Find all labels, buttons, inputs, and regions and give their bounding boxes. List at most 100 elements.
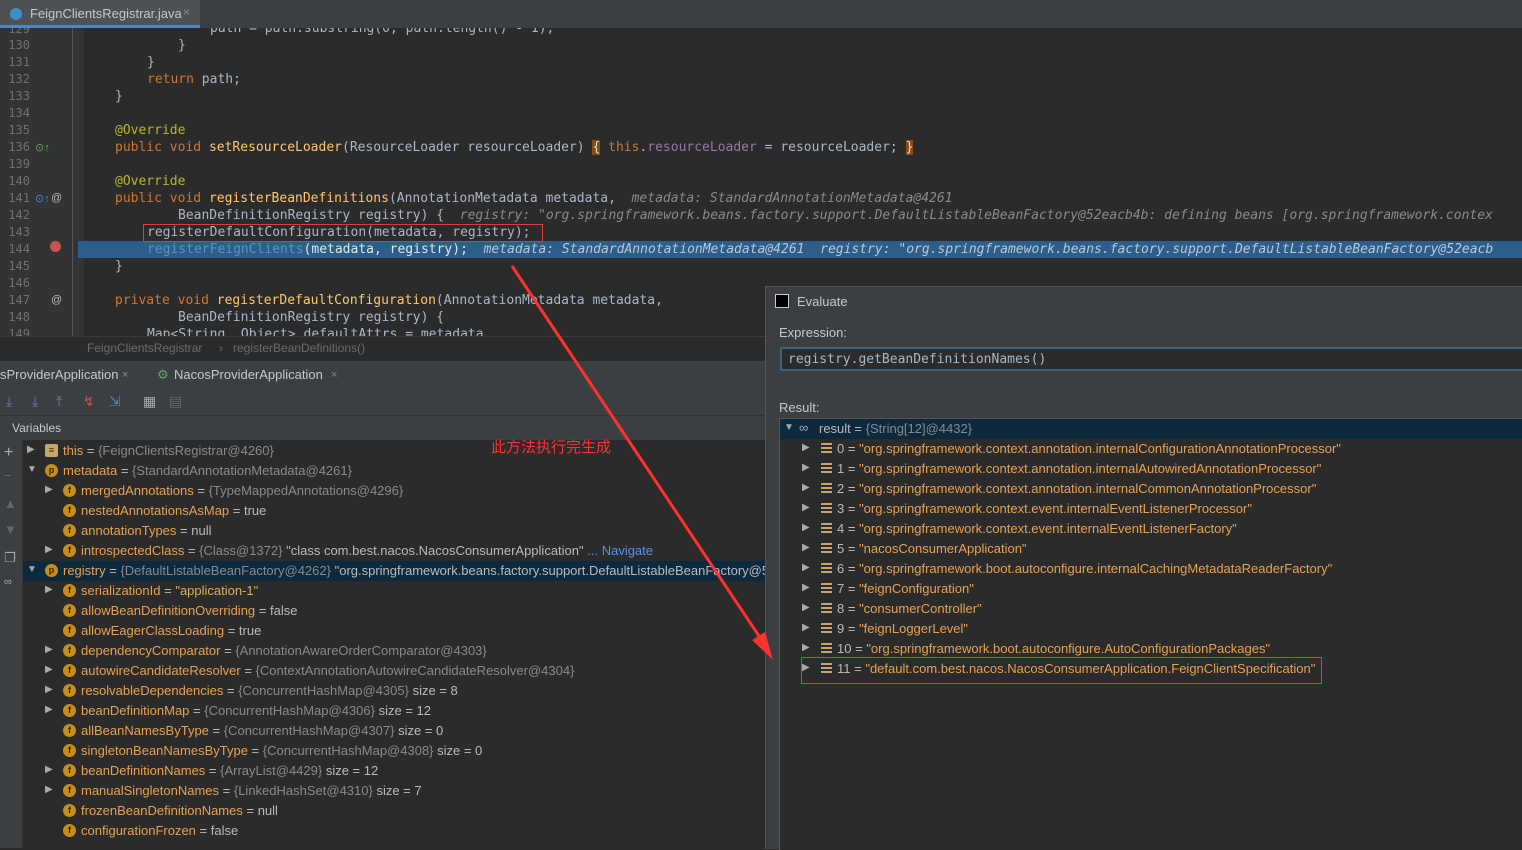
variable-row[interactable]: f configurationFrozen = false bbox=[23, 821, 765, 841]
expand-arrow-icon[interactable]: ▶ bbox=[802, 542, 810, 553]
copy-icon[interactable]: ❐ bbox=[4, 550, 16, 566]
variable-row[interactable]: ▶ f manualSingletonNames = {LinkedHashSe… bbox=[23, 781, 765, 801]
step-out-icon[interactable]: ⤒ bbox=[56, 393, 62, 410]
expand-arrow-icon[interactable]: ▶ bbox=[45, 764, 53, 775]
result-item-row[interactable]: ▶ 0 = "org.springframework.context.annot… bbox=[780, 439, 1522, 459]
code-text: registry) { bbox=[358, 208, 445, 223]
expand-arrow-icon[interactable]: ▶ bbox=[27, 444, 35, 455]
variable-row[interactable]: f annotationTypes = null bbox=[23, 521, 765, 541]
variable-row-selected[interactable]: ▼ p registry = {DefaultListableBeanFacto… bbox=[23, 561, 765, 581]
trace-icon[interactable]: ▤ bbox=[169, 393, 182, 410]
expand-arrow-icon[interactable]: ▶ bbox=[45, 644, 53, 655]
debug-tab-provider[interactable]: sProviderApplication bbox=[0, 367, 119, 382]
add-watch-icon[interactable]: + bbox=[4, 444, 13, 462]
variable-ref: {ConcurrentHashMap@4308} bbox=[262, 743, 434, 758]
expand-arrow-icon[interactable]: ▶ bbox=[802, 442, 810, 453]
variable-row[interactable]: ▼ p metadata = {StandardAnnotationMetada… bbox=[23, 461, 765, 481]
variable-row[interactable]: ▶ ≡ this = {FeignClientsRegistrar@4260} bbox=[23, 441, 765, 461]
variable-row[interactable]: ▶ f dependencyComparator = {AnnotationAw… bbox=[23, 641, 765, 661]
expand-arrow-icon[interactable]: ▶ bbox=[802, 462, 810, 473]
expand-arrow-icon[interactable]: ▶ bbox=[45, 544, 53, 555]
variable-row[interactable]: ▶ f mergedAnnotations = {TypeMappedAnnot… bbox=[23, 481, 765, 501]
result-item-row[interactable]: ▶ 8 = "consumerController" bbox=[780, 599, 1522, 619]
remove-icon[interactable]: − bbox=[4, 468, 12, 483]
breadcrumb-class[interactable]: FeignClientsRegistrar bbox=[87, 341, 202, 355]
object-icon: ≡ bbox=[45, 444, 58, 457]
variable-row[interactable]: f nestedAnnotationsAsMap = true bbox=[23, 501, 765, 521]
expand-arrow-icon[interactable]: ▶ bbox=[802, 622, 810, 633]
result-item-row[interactable]: ▶ 9 = "feignLoggerLevel" bbox=[780, 619, 1522, 639]
result-item-row[interactable]: ▶ 3 = "org.springframework.context.event… bbox=[780, 499, 1522, 519]
item-index: 0 bbox=[837, 441, 845, 456]
evaluate-expression-icon[interactable]: ▦ bbox=[143, 393, 156, 410]
drop-frame-icon[interactable]: ↯ bbox=[83, 393, 95, 410]
variable-row[interactable]: ▶ f beanDefinitionMap = {ConcurrentHashM… bbox=[23, 701, 765, 721]
result-item-row[interactable]: ▶ 10 = "org.springframework.boot.autocon… bbox=[780, 639, 1522, 659]
field-icon: f bbox=[63, 604, 76, 617]
debug-session-tabs: sProviderApplication × ⚙ NacosProviderAp… bbox=[0, 360, 765, 387]
expand-arrow-icon[interactable]: ▶ bbox=[802, 582, 810, 593]
expand-arrow-icon[interactable]: ▶ bbox=[802, 502, 810, 513]
variable-row[interactable]: f allowBeanDefinitionOverriding = false bbox=[23, 601, 765, 621]
expand-arrow-icon[interactable]: ▶ bbox=[802, 602, 810, 613]
expand-arrow-icon[interactable]: ▶ bbox=[45, 664, 53, 675]
expand-arrow-icon[interactable]: ▶ bbox=[802, 522, 810, 533]
variable-value: true bbox=[238, 623, 262, 638]
collapse-arrow-icon[interactable]: ▼ bbox=[27, 464, 37, 475]
line-number: 148 bbox=[8, 310, 30, 324]
variable-row[interactable]: ▶ f beanDefinitionNames = {ArrayList@442… bbox=[23, 761, 765, 781]
expand-arrow-icon[interactable]: ▶ bbox=[45, 784, 53, 795]
expand-arrow-icon[interactable]: ▶ bbox=[45, 584, 53, 595]
line-number: 134 bbox=[8, 106, 30, 120]
line-number: 130 bbox=[8, 38, 30, 52]
override-marker-icon[interactable]: ⊙↑ bbox=[35, 141, 50, 154]
navigate-link[interactable]: ... Navigate bbox=[587, 543, 653, 558]
collapse-arrow-icon[interactable]: ▼ bbox=[27, 564, 37, 575]
breakpoint-icon[interactable] bbox=[50, 241, 61, 252]
result-item-row[interactable]: ▶ 6 = "org.springframework.boot.autoconf… bbox=[780, 559, 1522, 579]
result-root-row[interactable]: ▼ ∞ result = {String[12]@4432} bbox=[780, 419, 1522, 439]
expand-arrow-icon[interactable]: ▶ bbox=[802, 482, 810, 493]
variable-row[interactable]: f allowEagerClassLoading = true bbox=[23, 621, 765, 641]
expand-arrow-icon[interactable]: ▶ bbox=[45, 484, 53, 495]
dialog-title-bar[interactable]: Evaluate bbox=[766, 287, 1522, 315]
result-item-row[interactable]: ▶ 7 = "feignConfiguration" bbox=[780, 579, 1522, 599]
run-to-cursor-icon[interactable]: ⇲ bbox=[109, 393, 121, 410]
result-item-row[interactable]: ▶ 4 = "org.springframework.context.event… bbox=[780, 519, 1522, 539]
inline-debug-hint: registry: "org.springframework.beans.fac… bbox=[459, 208, 1493, 223]
variables-tree[interactable]: ▶ ≡ this = {FeignClientsRegistrar@4260} … bbox=[23, 440, 765, 848]
step-into-icon[interactable]: ⤓ bbox=[32, 393, 38, 410]
close-tab-icon[interactable]: × bbox=[122, 369, 128, 381]
editor-tab-feignclientsregistrar[interactable]: FeignClientsRegistrar.java × bbox=[0, 0, 200, 28]
close-tab-icon[interactable]: × bbox=[183, 5, 190, 19]
field-icon: f bbox=[63, 684, 76, 697]
expand-arrow-icon[interactable]: ▶ bbox=[45, 684, 53, 695]
result-item-row[interactable]: ▶ 5 = "nacosConsumerApplication" bbox=[780, 539, 1522, 559]
collapse-arrow-icon[interactable]: ▼ bbox=[784, 422, 794, 433]
variable-row[interactable]: ▶ f serializationId = "application-1" bbox=[23, 581, 765, 601]
expression-input[interactable]: registry.getBeanDefinitionNames() bbox=[780, 347, 1522, 371]
move-up-icon[interactable]: ▲ bbox=[4, 496, 17, 511]
breadcrumb-method[interactable]: registerBeanDefinitions() bbox=[233, 341, 365, 355]
variable-row[interactable]: f frozenBeanDefinitionNames = null bbox=[23, 801, 765, 821]
move-down-icon[interactable]: ▼ bbox=[4, 522, 17, 537]
result-item-row[interactable]: ▶ 1 = "org.springframework.context.annot… bbox=[780, 459, 1522, 479]
close-tab-icon[interactable]: × bbox=[331, 369, 337, 381]
variable-row[interactable]: ▶ f introspectedClass = {Class@1372} "cl… bbox=[23, 541, 765, 561]
variable-row[interactable]: f allBeanNamesByType = {ConcurrentHashMa… bbox=[23, 721, 765, 741]
debug-tab-nacos-provider[interactable]: NacosProviderApplication bbox=[174, 367, 323, 382]
result-item-row[interactable]: ▶ 2 = "org.springframework.context.annot… bbox=[780, 479, 1522, 499]
result-tree[interactable]: ▼ ∞ result = {String[12]@4432} ▶ 0 = "or… bbox=[779, 418, 1522, 850]
variable-row[interactable]: f singletonBeanNamesByType = {Concurrent… bbox=[23, 741, 765, 761]
variable-name: annotationTypes bbox=[81, 523, 177, 538]
watches-icon[interactable]: ∞ bbox=[4, 576, 12, 588]
expand-arrow-icon[interactable]: ▶ bbox=[802, 642, 810, 653]
implements-marker-icon[interactable]: ⊙↑ bbox=[35, 192, 50, 205]
type-name: ResourceLoader bbox=[349, 140, 460, 155]
step-over-icon[interactable]: ⤓ bbox=[6, 393, 12, 410]
expand-arrow-icon[interactable]: ▶ bbox=[802, 562, 810, 573]
keyword: public bbox=[115, 140, 162, 155]
expand-arrow-icon[interactable]: ▶ bbox=[45, 704, 53, 715]
variable-row[interactable]: ▶ f autowireCandidateResolver = {Context… bbox=[23, 661, 765, 681]
variable-row[interactable]: ▶ f resolvableDependencies = {Concurrent… bbox=[23, 681, 765, 701]
